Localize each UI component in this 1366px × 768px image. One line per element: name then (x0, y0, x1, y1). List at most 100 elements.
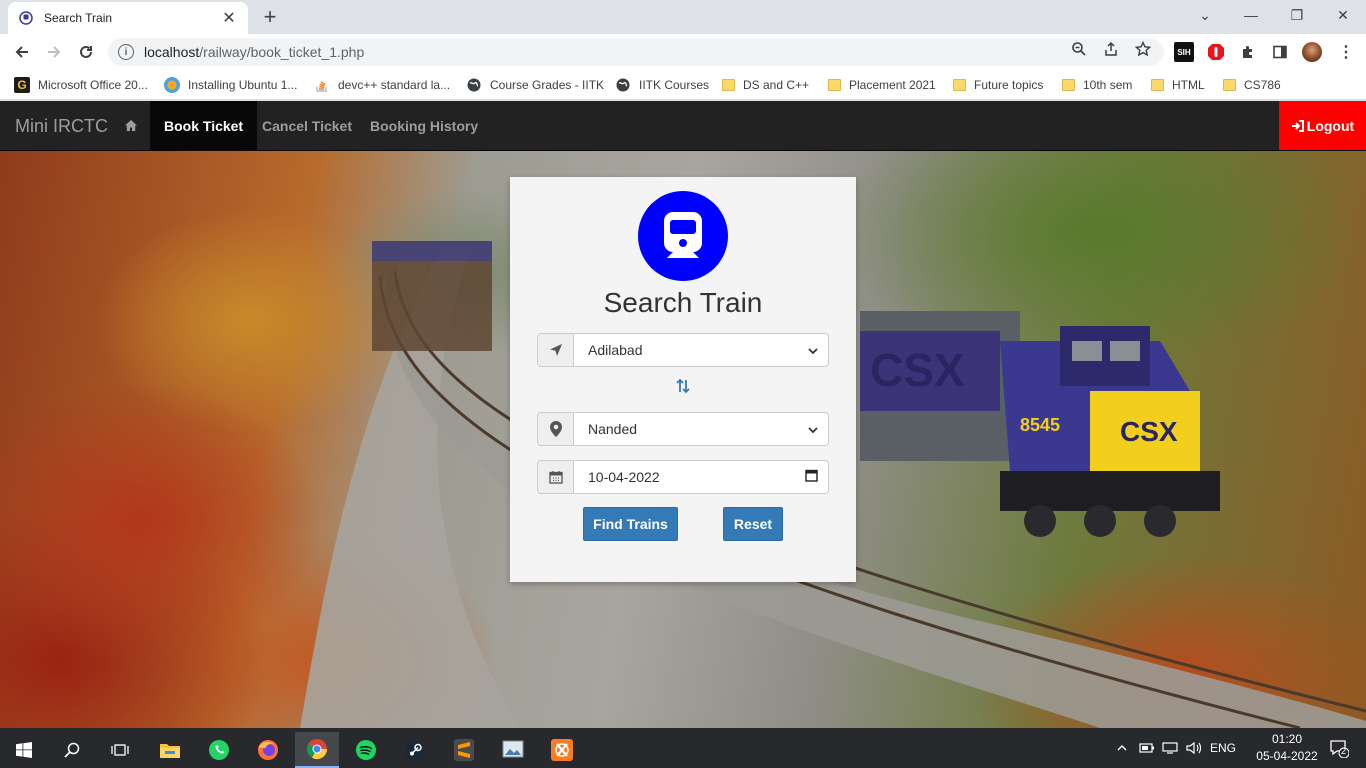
logout-label: Logout (1306, 117, 1355, 134)
window-close-icon[interactable]: ✕ (1320, 0, 1366, 30)
steam-icon[interactable] (393, 732, 437, 768)
firefox-icon[interactable] (246, 732, 290, 768)
sih-extension-icon[interactable]: SIH (1174, 42, 1194, 62)
to-station-field[interactable]: Nanded (574, 413, 828, 445)
find-trains-button[interactable]: Find Trains (583, 507, 678, 541)
chevron-down-icon (808, 342, 818, 358)
from-station-field[interactable]: Adilabad (574, 334, 828, 366)
extension-badge: SIH (1177, 47, 1191, 57)
profile-avatar[interactable] (1302, 42, 1322, 62)
svg-text:8545: 8545 (1020, 415, 1060, 435)
folder-icon (953, 79, 966, 91)
bookmark-label: 10th sem (1083, 78, 1133, 92)
language-indicator[interactable]: ENG (1208, 728, 1238, 768)
nav-booking-history[interactable]: Booking History (356, 101, 492, 150)
back-icon[interactable] (9, 39, 35, 65)
site-info-icon[interactable]: i (118, 44, 134, 60)
site-navbar: Mini IRCTC Book Ticket Cancel Ticket Boo… (0, 101, 1366, 151)
bookmark-item[interactable]: Installing Ubuntu 1... (164, 76, 297, 94)
xampp-icon[interactable] (540, 732, 584, 768)
browser-menu-icon[interactable]: ⋮ (1336, 42, 1356, 62)
system-clock[interactable]: 01:20 05-04-2022 (1252, 731, 1322, 765)
bookmark-item[interactable]: Placement 2021 (828, 76, 936, 94)
sublime-text-icon[interactable] (442, 732, 486, 768)
tab-close-icon[interactable]: ✕ (220, 9, 238, 27)
file-explorer-icon[interactable] (148, 732, 192, 768)
spotify-icon[interactable] (344, 732, 388, 768)
forward-icon[interactable] (41, 39, 67, 65)
office-icon: G (14, 77, 30, 93)
locomotive-image: CSX CSX 8545 (860, 311, 1220, 537)
site-brand[interactable]: Mini IRCTC (15, 116, 108, 137)
bookmark-item[interactable]: devc++ standard la... (314, 76, 450, 94)
tab-search-icon[interactable]: ⌄ (1182, 0, 1228, 30)
from-station-value: Adilabad (588, 342, 643, 358)
url-host: localhost (144, 44, 200, 60)
task-view-icon[interactable] (98, 732, 142, 768)
extensions-puzzle-icon[interactable] (1238, 42, 1258, 62)
windows-start-icon[interactable] (2, 732, 46, 768)
bookmark-item[interactable]: HTML (1151, 76, 1205, 94)
clock-date: 05-04-2022 (1256, 749, 1318, 763)
svg-text:CSX: CSX (870, 344, 965, 396)
nav-cancel-ticket[interactable]: Cancel Ticket (248, 101, 366, 150)
address-bar[interactable]: i localhost/railway/book_ticket_1.php (108, 38, 1164, 66)
zoom-icon[interactable] (1070, 40, 1088, 58)
whatsapp-icon[interactable] (197, 732, 241, 768)
network-icon[interactable] (1160, 728, 1180, 768)
browser-tab[interactable]: Search Train ✕ (8, 2, 248, 34)
logout-button[interactable]: Logout (1279, 101, 1366, 150)
battery-icon[interactable] (1137, 728, 1157, 768)
image-viewer-icon[interactable] (491, 732, 535, 768)
bookmark-label: Microsoft Office 20... (38, 78, 148, 92)
browser-tab-strip: Search Train ✕ + ⌄ — ❐ ✕ (0, 0, 1366, 34)
chevron-up-icon[interactable] (1112, 728, 1132, 768)
train-icon (664, 212, 702, 258)
bookmark-label: Placement 2021 (849, 78, 936, 92)
folder-icon (1062, 79, 1075, 91)
side-panel-icon[interactable] (1270, 42, 1290, 62)
bookmark-label: IITK Courses (639, 78, 710, 92)
home-link[interactable] (112, 101, 150, 150)
bookmarks-bar: G Microsoft Office 20... Installing Ubun… (0, 70, 1366, 100)
reload-icon[interactable] (73, 39, 99, 65)
nav-book-ticket[interactable]: Book Ticket (150, 101, 258, 150)
adblock-extension-icon[interactable] (1206, 42, 1226, 62)
bookmark-star-icon[interactable] (1134, 40, 1152, 58)
from-station-select[interactable]: Adilabad (537, 333, 829, 367)
journey-date-input[interactable]: 10-04-2022 (537, 460, 829, 494)
bookmark-item[interactable]: 10th sem (1062, 76, 1132, 94)
volume-icon[interactable] (1184, 728, 1204, 768)
bookmark-label: Future topics (974, 78, 1044, 92)
swap-stations-icon[interactable] (673, 376, 693, 396)
bookmark-item[interactable]: CS786 (1223, 76, 1281, 94)
minimize-icon[interactable]: — (1228, 0, 1274, 30)
calendar-icon (538, 461, 574, 493)
bookmark-label: Course Grades - IITK (490, 78, 605, 92)
restore-icon[interactable]: ❐ (1274, 0, 1320, 30)
bookmark-label: Installing Ubuntu 1... (188, 78, 298, 92)
bookmark-item[interactable]: IITK Courses (615, 76, 709, 94)
clock-time: 01:20 (1271, 732, 1303, 746)
search-icon[interactable] (50, 732, 94, 768)
bookmark-item[interactable]: Course Grades - IITK (466, 76, 604, 94)
bookmark-item[interactable]: Future topics (953, 76, 1043, 94)
new-tab-icon[interactable]: + (258, 4, 282, 29)
journey-date-field[interactable]: 10-04-2022 (574, 461, 828, 493)
reset-button[interactable]: Reset (723, 507, 783, 541)
share-icon[interactable] (1102, 40, 1120, 58)
to-station-select[interactable]: Nanded (537, 412, 829, 446)
page-viewport: CSX CSX 8545 Mini IRCTC Book Ticket Canc… (0, 101, 1366, 728)
bookmark-item[interactable]: G Microsoft Office 20... (14, 76, 148, 94)
home-icon (125, 120, 137, 131)
folder-icon (1223, 79, 1236, 91)
chrome-icon[interactable] (295, 732, 339, 768)
date-picker-icon[interactable] (805, 469, 818, 485)
folder-icon (1151, 79, 1164, 91)
folder-icon (722, 79, 735, 91)
chevron-down-icon (808, 421, 818, 437)
bookmark-item[interactable]: DS and C++ (722, 76, 809, 94)
irctc-favicon-icon (18, 10, 34, 26)
notifications-icon[interactable]: 2 (1322, 728, 1356, 768)
svg-text:CSX: CSX (1120, 416, 1178, 447)
